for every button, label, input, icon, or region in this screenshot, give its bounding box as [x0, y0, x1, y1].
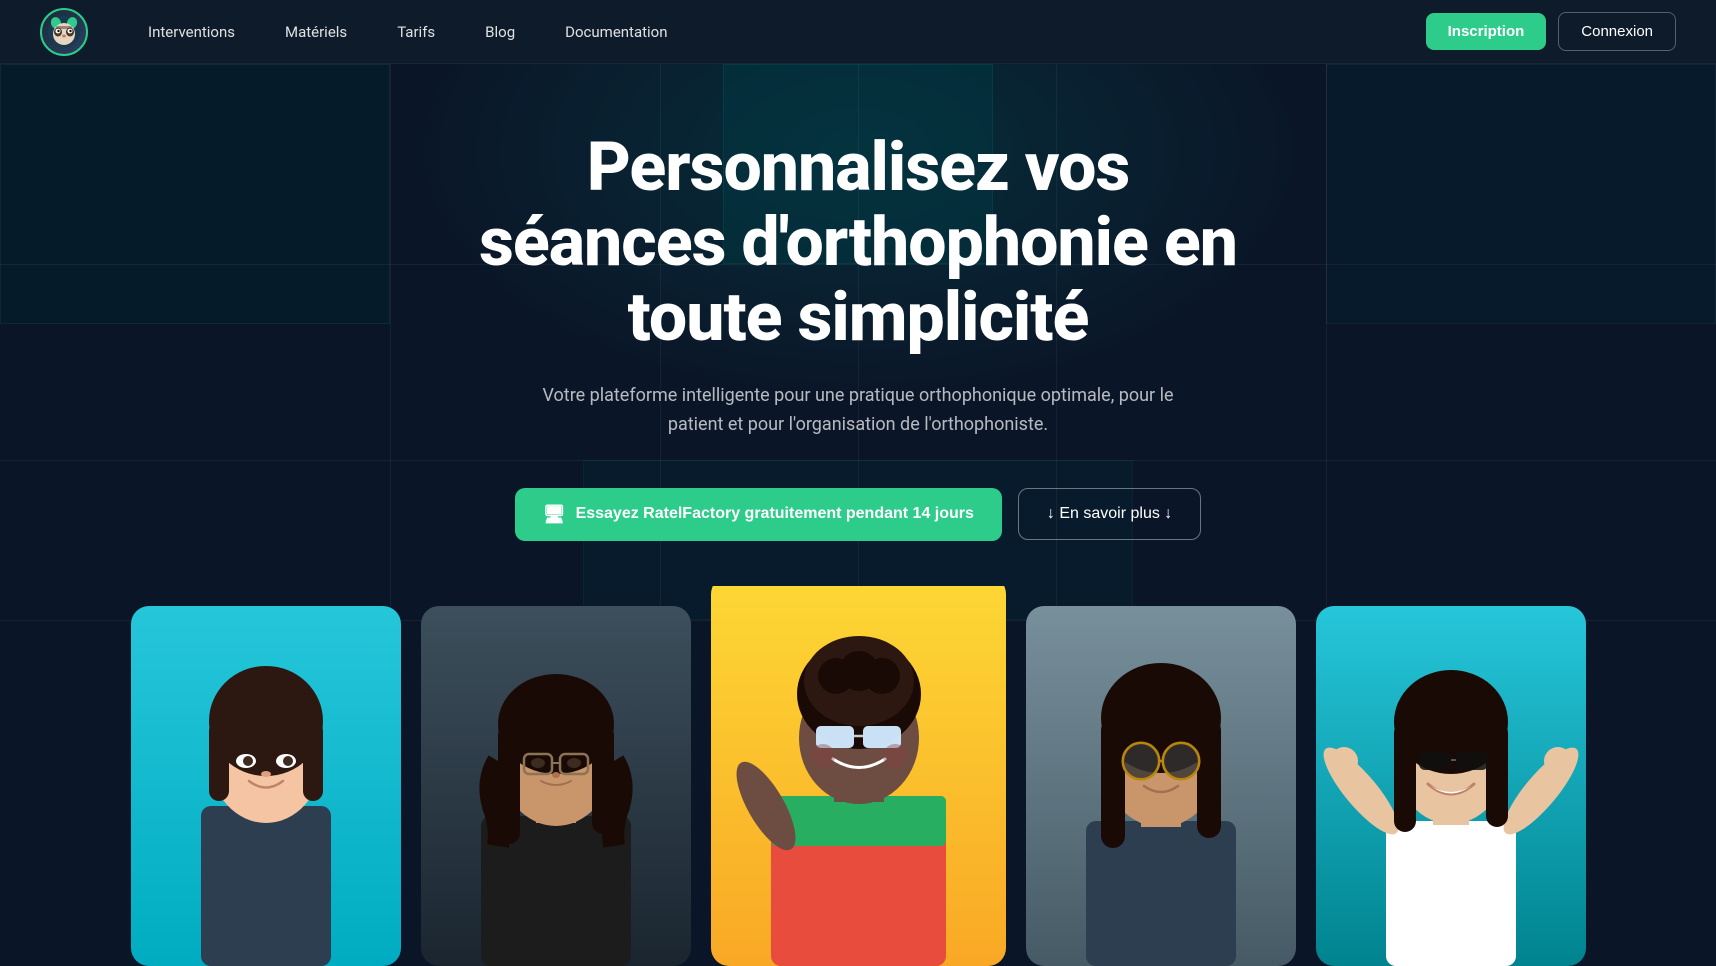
inscription-button[interactable]: Inscription — [1426, 13, 1547, 50]
nav-links: Interventions Matériels Tarifs Blog Docu… — [148, 23, 1426, 41]
nav-link-documentation[interactable]: Documentation — [565, 23, 667, 41]
photo-card-5 — [1316, 606, 1586, 966]
person-5-svg — [1316, 606, 1586, 966]
person-1-svg — [131, 606, 401, 966]
hero-buttons: 🖥 Essayez RatelFactory gratuitement pend… — [468, 488, 1248, 541]
hero-subtitle: Votre plateforme intelligente pour une p… — [518, 382, 1198, 440]
photo-4-inner — [1026, 606, 1296, 966]
learn-more-button[interactable]: ↓ En savoir plus ↓ — [1018, 488, 1201, 540]
hero-content: Personnalisez vos séances d'orthophonie … — [468, 130, 1248, 541]
photo-card-3 — [711, 586, 1006, 966]
nav-link-interventions[interactable]: Interventions — [148, 23, 235, 41]
nav-link-materiels[interactable]: Matériels — [285, 23, 347, 41]
glow-left — [0, 0, 400, 600]
bg-rect-top-left — [0, 64, 390, 324]
try-free-label: Essayez RatelFactory gratuitement pendan… — [576, 505, 974, 523]
computer-icon: 🖥 — [543, 504, 566, 525]
nav-link-blog[interactable]: Blog — [485, 23, 515, 41]
photo-card-4 — [1026, 606, 1296, 966]
person-2-svg — [421, 606, 691, 966]
logo-icon — [40, 8, 88, 56]
photo-3-inner — [711, 586, 1006, 966]
hero-section: Personnalisez vos séances d'orthophonie … — [0, 0, 1716, 966]
try-free-button[interactable]: 🖥 Essayez RatelFactory gratuitement pend… — [515, 488, 1002, 541]
learn-more-label: ↓ En savoir plus ↓ — [1047, 505, 1172, 523]
photo-card-1 — [131, 606, 401, 966]
person-4-svg — [1026, 606, 1296, 966]
logo-svg — [46, 14, 82, 50]
photo-2-inner — [421, 606, 691, 966]
connexion-button[interactable]: Connexion — [1558, 12, 1676, 51]
photo-5-inner — [1316, 606, 1586, 966]
nav-actions: Inscription Connexion — [1426, 12, 1676, 51]
photo-1-inner — [131, 606, 401, 966]
logo[interactable] — [40, 8, 88, 56]
person-3-svg — [711, 586, 1006, 966]
nav-link-tarifs[interactable]: Tarifs — [397, 23, 435, 41]
navbar: Interventions Matériels Tarifs Blog Docu… — [0, 0, 1716, 64]
photo-card-2 — [421, 606, 691, 966]
bg-rect-top-right — [1326, 64, 1716, 324]
hero-title: Personnalisez vos séances d'orthophonie … — [468, 130, 1248, 354]
photos-row — [0, 586, 1716, 966]
